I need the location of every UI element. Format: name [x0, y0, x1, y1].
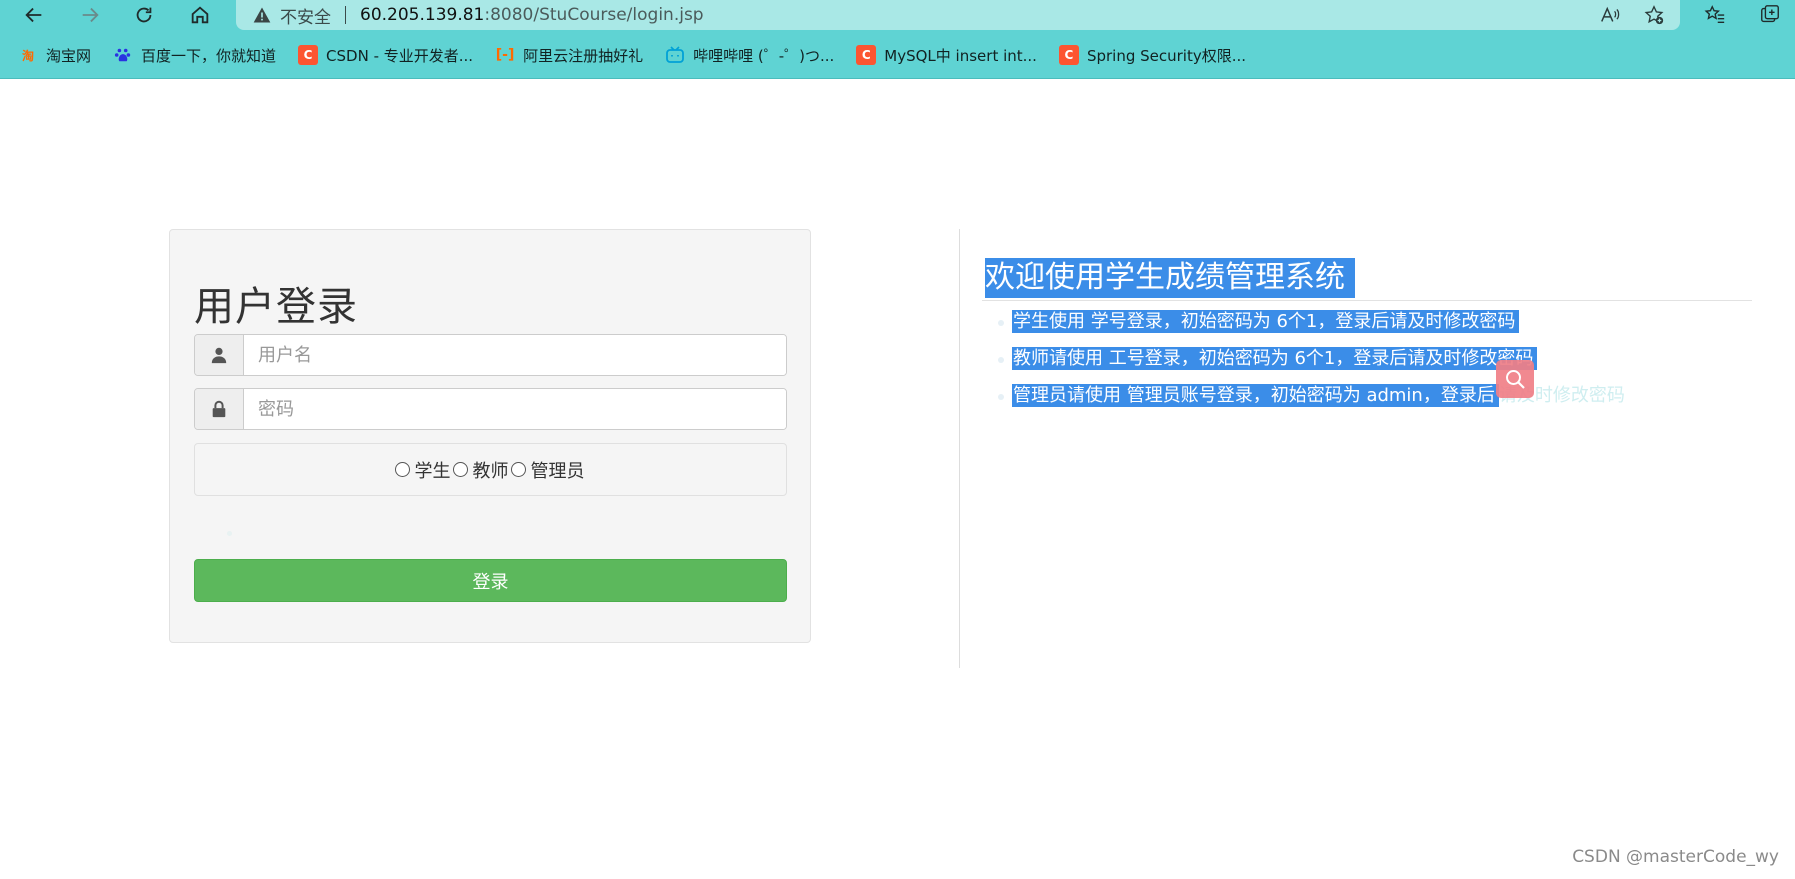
note-text: 管理员请使用 管理员账号登录，初始密码为 admin，登录后 — [1012, 384, 1499, 407]
bookmarks-bar: 淘 淘宝网 百度一下，你就知道 C CSDN - 专业开发者... [-] 阿里… — [0, 40, 1795, 70]
warning-icon — [253, 7, 271, 23]
note-student: 学生使用 学号登录，初始密码为 6个1，登录后请及时修改密码 — [998, 309, 1625, 335]
bilibili-icon — [665, 45, 685, 65]
bookmark-label: Spring Security权限... — [1086, 46, 1247, 65]
role-option-teacher[interactable]: 教师 — [452, 457, 509, 483]
bookmark-label: 阿里云注册抽好礼 — [523, 46, 644, 65]
star-add-icon — [1644, 5, 1664, 25]
reload-button[interactable] — [124, 0, 164, 30]
role-option-student[interactable]: 学生 — [394, 457, 451, 483]
taobao-icon: 淘 — [21, 48, 34, 63]
bookmark-aliyun[interactable]: [-] 阿里云注册抽好礼 — [495, 45, 643, 66]
collections-button[interactable] — [1750, 0, 1790, 30]
role-selector: 学生 教师 管理员 — [194, 443, 787, 496]
role-label-teacher: 教师 — [472, 460, 509, 482]
radio-teacher[interactable] — [452, 462, 468, 477]
add-favorite-button[interactable] — [1642, 4, 1666, 26]
login-button[interactable]: 登录 — [194, 559, 787, 602]
csdn-icon: C — [1058, 45, 1079, 65]
vertical-divider — [959, 229, 960, 668]
bookmark-baidu[interactable]: 百度一下，你就知道 — [113, 45, 276, 66]
bookmark-mysql-insert[interactable]: C MySQL中 insert int... — [856, 45, 1037, 66]
note-text: 教师请使用 工号登录，初始密码为 6个1，登录后请及时修改密码 — [1012, 347, 1538, 370]
back-button[interactable] — [14, 0, 54, 30]
baidu-icon — [113, 45, 133, 65]
reload-icon — [136, 7, 152, 23]
read-aloud-icon — [1601, 6, 1620, 22]
welcome-heading: 欢迎使用学生成绩管理系统 — [985, 258, 1355, 298]
bookmark-bilibili[interactable]: 哔哩哔哩 (゜-゜)つ... — [665, 45, 834, 66]
bookmark-label: 淘宝网 — [46, 46, 92, 65]
bookmark-csdn[interactable]: C CSDN - 专业开发者... — [298, 45, 473, 66]
radio-student[interactable] — [394, 462, 410, 477]
back-arrow-icon — [25, 7, 42, 23]
read-aloud-button[interactable] — [1598, 4, 1622, 26]
address-separator — [345, 6, 346, 24]
bookmark-taobao[interactable]: 淘 淘宝网 — [18, 45, 91, 66]
search-icon — [1506, 370, 1525, 389]
csdn-icon: C — [856, 45, 877, 65]
password-group — [194, 388, 787, 430]
csdn-icon: C — [298, 45, 319, 65]
password-input[interactable] — [244, 389, 786, 429]
bookmark-label: 哔哩哔哩 (゜-゜)つ... — [693, 46, 835, 65]
selection-search-button[interactable] — [1496, 360, 1534, 398]
aliyun-icon: [-] — [495, 47, 515, 63]
url-host: 60.205.139.81 — [360, 5, 485, 25]
address-bar[interactable]: 不安全 60.205.139.81 :8080/StuCourse/login.… — [236, 0, 1680, 30]
username-group — [194, 334, 787, 376]
user-icon — [195, 335, 244, 375]
favorites-icon — [1704, 5, 1725, 24]
login-panel: 用户登录 学生 教师 管理员 登录 — [169, 229, 811, 643]
forward-arrow-icon — [82, 7, 99, 23]
username-input[interactable] — [244, 335, 786, 375]
browser-chrome: 不安全 60.205.139.81 :8080/StuCourse/login.… — [0, 0, 1795, 79]
home-button[interactable] — [180, 0, 220, 30]
decorative-dot — [227, 531, 232, 536]
login-title: 用户登录 — [194, 284, 358, 330]
role-label-student: 学生 — [414, 460, 451, 482]
url-path: :8080/StuCourse/login.jsp — [484, 5, 704, 25]
collections-icon — [1761, 5, 1779, 23]
favorites-button[interactable] — [1695, 0, 1735, 30]
lock-icon — [195, 389, 244, 429]
role-option-admin[interactable]: 管理员 — [510, 457, 585, 483]
role-label-admin: 管理员 — [530, 460, 585, 482]
bookmark-label: CSDN - 专业开发者... — [326, 46, 474, 65]
forward-button[interactable] — [70, 0, 110, 30]
bookmark-spring-security[interactable]: C Spring Security权限... — [1058, 45, 1247, 66]
security-label: 不安全 — [280, 7, 331, 28]
bookmark-label: MySQL中 insert int... — [884, 46, 1037, 65]
radio-admin[interactable] — [510, 462, 526, 477]
heading-divider — [982, 300, 1752, 301]
bookmark-label: 百度一下，你就知道 — [141, 46, 277, 65]
home-icon — [191, 6, 209, 24]
note-text: 学生使用 学号登录，初始密码为 6个1，登录后请及时修改密码 — [1012, 310, 1520, 333]
watermark: CSDN @masterCode_wy — [1572, 847, 1779, 867]
